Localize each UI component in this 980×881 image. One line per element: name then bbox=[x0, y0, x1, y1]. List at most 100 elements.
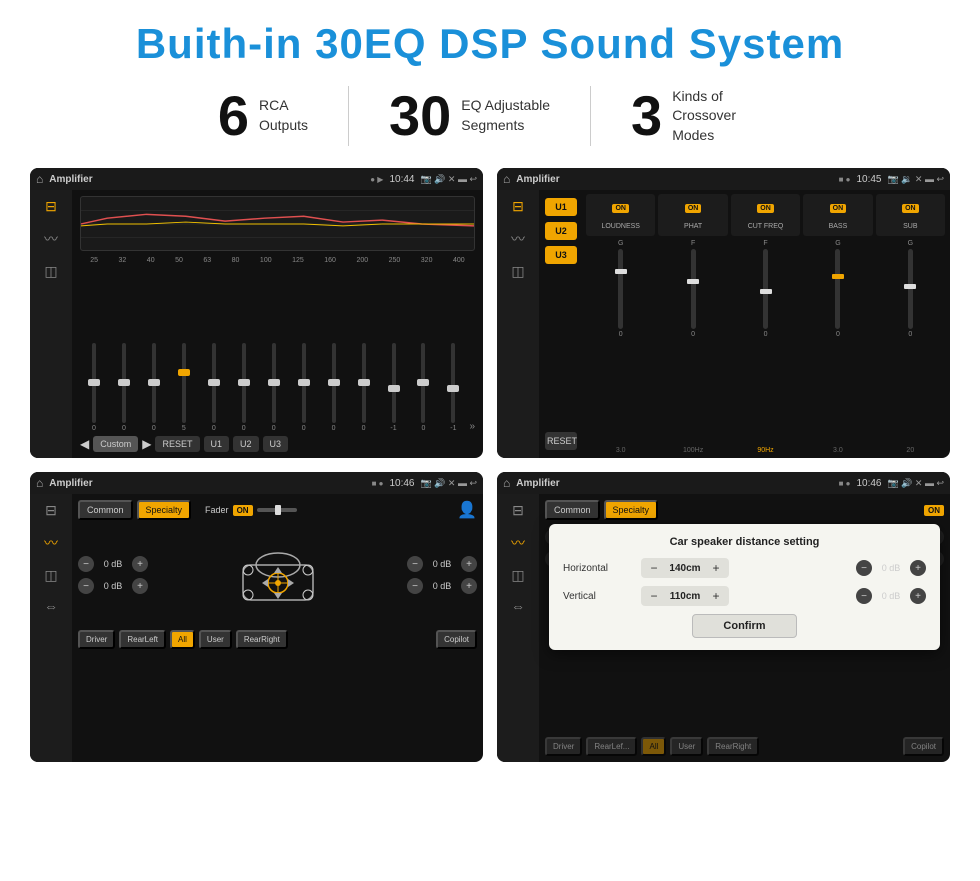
dist-confirm-btn[interactable]: Confirm bbox=[692, 614, 796, 638]
eq-next-arrow[interactable]: ▶ bbox=[142, 437, 151, 451]
dist-sidebar-wave-icon[interactable]: 〰 bbox=[511, 533, 525, 553]
fader-on-badge[interactable]: ON bbox=[233, 505, 253, 516]
fader-rearleft-btn[interactable]: RearLeft bbox=[119, 630, 166, 649]
fader-db1-minus[interactable]: − bbox=[78, 556, 94, 572]
eq-sidebar-speaker-icon[interactable]: ◫ bbox=[44, 263, 57, 280]
amp-preset-u3[interactable]: U3 bbox=[545, 246, 577, 264]
fader-db3-minus[interactable]: − bbox=[407, 556, 423, 572]
dist-common-tab[interactable]: Common bbox=[545, 500, 600, 520]
dist-horizontal-minus[interactable]: − bbox=[647, 561, 661, 575]
amp-loudness-on[interactable]: ON bbox=[612, 204, 629, 213]
fader-sidebar-eq-icon[interactable]: ⊟ bbox=[45, 502, 57, 519]
amp-vslider-1[interactable]: G 0 bbox=[586, 240, 655, 443]
dist-on-badge[interactable]: ON bbox=[924, 505, 944, 516]
screenshots-grid: ⌂ Amplifier ● ▶ 10:44 📷 🔊 ✕ ▬ ↩ ⊟ 〰 ◫ bbox=[30, 168, 950, 762]
amp-ch-sub: ON SUB bbox=[876, 194, 945, 236]
dist-driver-btn[interactable]: Driver bbox=[545, 737, 582, 756]
fader-user-btn[interactable]: User bbox=[199, 630, 232, 649]
dist-status-icons: 📷 🔊 ✕ ▬ ↩ bbox=[888, 478, 945, 489]
dist-vertical-plus[interactable]: + bbox=[709, 589, 723, 603]
amp-preset-u1[interactable]: U1 bbox=[545, 198, 577, 216]
eq-slider-2[interactable]: 0 bbox=[110, 343, 138, 432]
fader-top: Common Specialty Fader ON 👤 bbox=[78, 500, 477, 520]
dist-sidebar-arrows-icon[interactable]: ⇔ bbox=[511, 598, 525, 614]
dist-db1-plus[interactable]: + bbox=[910, 560, 926, 576]
amp-content: ⊟ 〰 ◫ U1 U2 U3 RESET bbox=[497, 190, 950, 458]
fader-all-btn[interactable]: All bbox=[170, 630, 195, 649]
dist-sidebar-eq-icon[interactable]: ⊟ bbox=[512, 502, 524, 519]
eq-expand-icon[interactable]: » bbox=[469, 421, 475, 432]
fader-db4-minus[interactable]: − bbox=[407, 578, 423, 594]
eq-sidebar-eq-icon[interactable]: ⊟ bbox=[45, 198, 57, 215]
eq-slider-8[interactable]: 0 bbox=[290, 343, 318, 432]
amp-vslider-2[interactable]: F 0 bbox=[658, 240, 727, 443]
dist-home-icon[interactable]: ⌂ bbox=[503, 476, 510, 490]
amp-home-icon[interactable]: ⌂ bbox=[503, 172, 510, 186]
dist-all-btn[interactable]: All bbox=[641, 737, 666, 756]
eq-home-icon[interactable]: ⌂ bbox=[36, 172, 43, 186]
eq-slider-1[interactable]: 0 bbox=[80, 343, 108, 432]
eq-prev-arrow[interactable]: ◀ bbox=[80, 437, 89, 451]
fader-sidebar-wave-icon[interactable]: 〰 bbox=[44, 533, 58, 553]
eq-slider-13[interactable]: -1 bbox=[439, 343, 467, 432]
amp-preset-u2[interactable]: U2 bbox=[545, 222, 577, 240]
fader-db2-minus[interactable]: − bbox=[78, 578, 94, 594]
dist-title: Amplifier bbox=[516, 478, 832, 489]
eq-slider-12[interactable]: 0 bbox=[409, 343, 437, 432]
eq-slider-9[interactable]: 0 bbox=[320, 343, 348, 432]
amp-vslider-5[interactable]: G 0 bbox=[876, 240, 945, 443]
eq-slider-6[interactable]: 0 bbox=[230, 343, 258, 432]
fader-common-tab[interactable]: Common bbox=[78, 500, 133, 520]
eq-reset-btn[interactable]: RESET bbox=[155, 436, 199, 452]
dist-rearleft-btn[interactable]: RearLef... bbox=[586, 737, 637, 756]
car-diagram-svg bbox=[228, 535, 328, 615]
amp-sidebar-eq-icon[interactable]: ⊟ bbox=[512, 198, 524, 215]
eq-u2-btn[interactable]: U2 bbox=[233, 436, 259, 452]
fader-db1-plus[interactable]: + bbox=[132, 556, 148, 572]
amp-sidebar-wave-icon[interactable]: 〰 bbox=[511, 229, 525, 249]
eq-time: 10:44 bbox=[389, 174, 414, 185]
fader-slider[interactable] bbox=[257, 508, 297, 512]
fader-db3-plus[interactable]: + bbox=[461, 556, 477, 572]
eq-slider-11[interactable]: -1 bbox=[380, 343, 408, 432]
amp-phat-on[interactable]: ON bbox=[685, 204, 702, 213]
eq-custom-btn[interactable]: Custom bbox=[93, 436, 138, 452]
eq-u3-btn[interactable]: U3 bbox=[263, 436, 289, 452]
amp-sidebar-speaker-icon[interactable]: ◫ bbox=[511, 263, 524, 280]
eq-slider-5[interactable]: 0 bbox=[200, 343, 228, 432]
fader-driver-btn[interactable]: Driver bbox=[78, 630, 115, 649]
dist-sidebar-speaker-icon[interactable]: ◫ bbox=[511, 567, 524, 584]
fader-sidebar-arrows-icon[interactable]: ⇔ bbox=[44, 598, 58, 614]
fader-person-icon: 👤 bbox=[457, 500, 477, 520]
eq-slider-4[interactable]: 5 bbox=[170, 343, 198, 432]
dist-user-btn[interactable]: User bbox=[670, 737, 703, 756]
eq-sidebar-wave-icon[interactable]: 〰 bbox=[44, 229, 58, 249]
fader-specialty-tab[interactable]: Specialty bbox=[137, 500, 192, 520]
dist-vertical-minus[interactable]: − bbox=[647, 589, 661, 603]
fader-db4-plus[interactable]: + bbox=[461, 578, 477, 594]
dist-db2-minus[interactable]: − bbox=[856, 588, 872, 604]
eq-slider-3[interactable]: 0 bbox=[140, 343, 168, 432]
amp-sub-on[interactable]: ON bbox=[902, 204, 919, 213]
fader-bottom-btns: Driver RearLeft All User RearRight Copil… bbox=[78, 630, 477, 649]
fader-sidebar-speaker-icon[interactable]: ◫ bbox=[44, 567, 57, 584]
eq-u1-btn[interactable]: U1 bbox=[204, 436, 230, 452]
amp-reset-btn[interactable]: RESET bbox=[545, 432, 577, 450]
dist-specialty-tab[interactable]: Specialty bbox=[604, 500, 659, 520]
amp-cutfreq-on[interactable]: ON bbox=[757, 204, 774, 213]
fader-status-icons: 📷 🔊 ✕ ▬ ↩ bbox=[421, 478, 478, 489]
dist-horizontal-plus[interactable]: + bbox=[709, 561, 723, 575]
eq-slider-10[interactable]: 0 bbox=[350, 343, 378, 432]
dist-db1-minus[interactable]: − bbox=[856, 560, 872, 576]
eq-slider-7[interactable]: 0 bbox=[260, 343, 288, 432]
fader-rearright-btn[interactable]: RearRight bbox=[236, 630, 288, 649]
amp-bass-on[interactable]: ON bbox=[830, 204, 847, 213]
dist-rearright-btn[interactable]: RearRight bbox=[707, 737, 759, 756]
fader-db2-plus[interactable]: + bbox=[132, 578, 148, 594]
fader-copilot-btn[interactable]: Copilot bbox=[436, 630, 477, 649]
dist-copilot-btn[interactable]: Copilot bbox=[903, 737, 944, 756]
amp-vslider-4[interactable]: G 0 bbox=[803, 240, 872, 443]
fader-home-icon[interactable]: ⌂ bbox=[36, 476, 43, 490]
dist-db2-plus[interactable]: + bbox=[910, 588, 926, 604]
amp-vslider-3[interactable]: F 0 bbox=[731, 240, 800, 443]
